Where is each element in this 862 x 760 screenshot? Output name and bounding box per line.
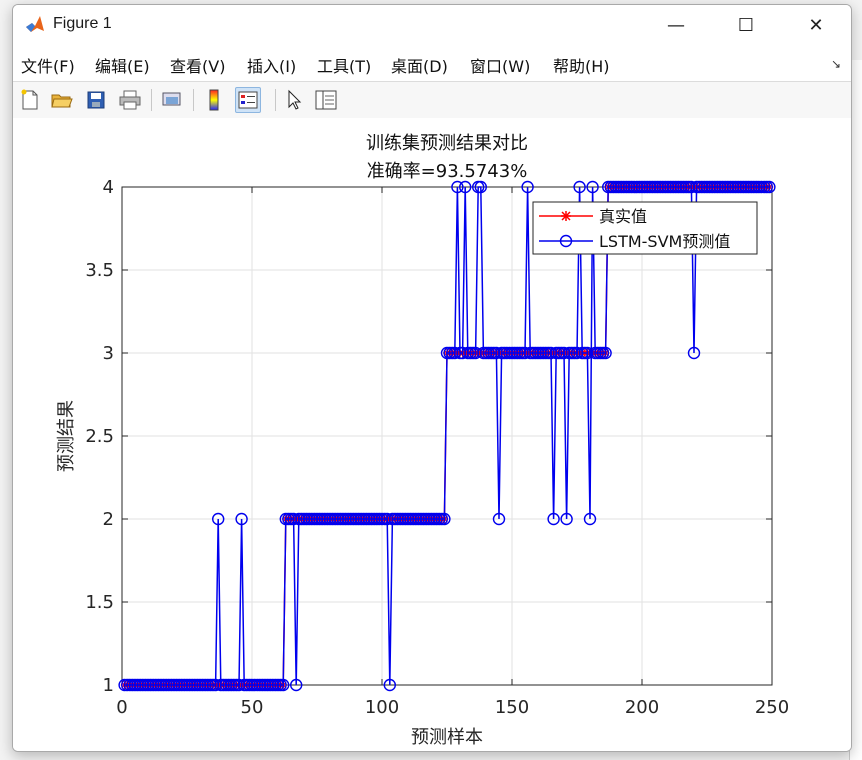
link-plot-button[interactable] (159, 87, 185, 113)
insert-legend-button[interactable] (235, 87, 261, 113)
open-folder-icon (51, 94, 73, 108)
colorbar-icon (209, 89, 219, 111)
maximize-button[interactable]: ☐ (711, 5, 781, 45)
window-title: Figure 1 (53, 15, 112, 32)
chart-title: 训练集预测结果对比 (366, 133, 528, 154)
y-tick-label: 3 (103, 343, 114, 364)
figure-window: Figure 1 — ☐ ✕ 文件(F) 编辑(E) 查看(V) 插入(I) 工… (12, 4, 852, 752)
menu-tools[interactable]: 工具(T) (317, 53, 371, 77)
link-icon (162, 92, 181, 106)
y-tick-label: 2 (103, 509, 114, 530)
x-tick-label: 150 (495, 697, 529, 718)
y-tick-label: 1.5 (85, 592, 114, 613)
toolbar (13, 81, 851, 119)
y-tick-label: 3.5 (85, 260, 114, 281)
minimize-button[interactable]: — (641, 5, 711, 45)
menu-edit[interactable]: 编辑(E) (95, 53, 150, 77)
x-tick-label: 0 (116, 697, 127, 718)
menu-file[interactable]: 文件(F) (21, 53, 75, 77)
menu-desktop[interactable]: 桌面(D) (391, 53, 448, 77)
axis-ticks: 0 50 100 150 200 250 1 1.5 2 2.5 3 3.5 4 (85, 177, 789, 718)
menu-insert[interactable]: 插入(I) (247, 53, 296, 77)
legend[interactable]: 真实值 LSTM-SVM预测值 (532, 201, 758, 255)
maximize-icon: ☐ (737, 14, 755, 36)
x-tick-label: 200 (625, 697, 659, 718)
save-button[interactable] (83, 87, 109, 113)
menu-window[interactable]: 窗口(W) (470, 53, 530, 77)
legend-label: LSTM-SVM预测值 (599, 232, 730, 251)
toolbar-separator (275, 89, 276, 111)
menu-dock-arrow-icon[interactable]: ↘ (831, 57, 841, 71)
new-figure-button[interactable] (17, 87, 43, 113)
print-button[interactable] (117, 87, 143, 113)
title-bar: Figure 1 — ☐ ✕ (13, 5, 851, 45)
pointer-icon (288, 89, 302, 110)
close-button[interactable]: ✕ (781, 5, 851, 45)
y-tick-label: 2.5 (85, 426, 114, 447)
chart-subtitle: 准确率=93.5743% (367, 161, 528, 182)
x-axis-label: 预测样本 (411, 727, 483, 748)
menu-help[interactable]: 帮助(H) (553, 53, 610, 77)
y-axis-label: 预测结果 (56, 400, 77, 472)
figure-canvas: 0 50 100 150 200 250 1 1.5 2 2.5 3 3.5 4 训练集预测结果对比 准… (13, 118, 851, 751)
matlab-logo-icon (25, 14, 45, 34)
minimize-icon: — (667, 14, 685, 36)
open-file-button[interactable] (49, 87, 75, 113)
menu-bar: 文件(F) 编辑(E) 查看(V) 插入(I) 工具(T) 桌面(D) 窗口(W… (13, 49, 851, 77)
property-inspector-icon (315, 90, 337, 110)
legend-label: 真实值 (599, 207, 647, 226)
x-tick-label: 250 (755, 697, 789, 718)
toolbar-separator (193, 89, 194, 111)
property-inspector-button[interactable] (313, 87, 339, 113)
legend-icon (238, 91, 258, 109)
save-icon (87, 91, 105, 109)
menu-view[interactable]: 查看(V) (170, 53, 225, 77)
new-figure-icon (21, 89, 38, 110)
chart-svg: 0 50 100 150 200 250 1 1.5 2 2.5 3 3.5 4 训练集预测结果对比 准… (56, 133, 789, 748)
toolbar-separator (151, 89, 152, 111)
x-tick-label: 50 (241, 697, 264, 718)
close-icon: ✕ (808, 14, 824, 36)
edit-plot-button[interactable] (281, 87, 307, 113)
print-icon (119, 90, 141, 110)
y-tick-label: 4 (103, 177, 114, 198)
insert-colorbar-button[interactable] (201, 87, 227, 113)
x-tick-label: 100 (365, 697, 399, 718)
y-tick-label: 1 (103, 675, 114, 696)
